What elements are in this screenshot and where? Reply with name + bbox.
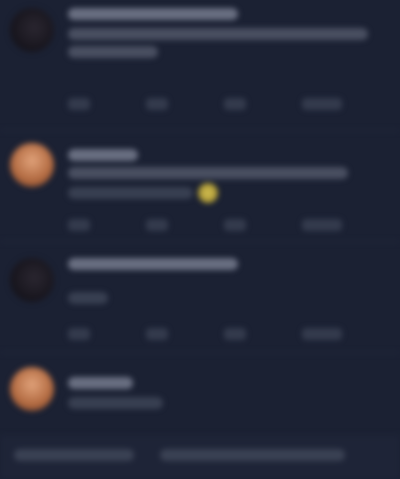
feed-post[interactable]	[0, 0, 400, 130]
post-text-line	[68, 167, 348, 179]
reply-input[interactable]	[10, 441, 144, 471]
avatar[interactable]	[10, 367, 54, 411]
composer-secondary-placeholder	[160, 449, 345, 461]
post-actions	[68, 328, 388, 344]
post-actions	[68, 98, 388, 114]
post-actions	[68, 219, 388, 235]
reply-composer	[0, 435, 400, 479]
avatar[interactable]	[10, 8, 54, 52]
reply-icon[interactable]	[68, 219, 90, 231]
avatar[interactable]	[10, 143, 54, 187]
post-text-line	[68, 397, 163, 409]
post-author-placeholder	[68, 377, 133, 389]
feed-screen	[0, 0, 400, 479]
post-text-line	[68, 292, 108, 304]
post-author-placeholder	[68, 149, 138, 161]
repost-icon[interactable]	[146, 328, 168, 340]
post-text-line	[68, 28, 368, 40]
repost-icon[interactable]	[146, 98, 168, 110]
repost-icon[interactable]	[146, 219, 168, 231]
like-icon[interactable]	[224, 98, 246, 110]
feed-post[interactable]	[0, 353, 400, 435]
post-text-line	[68, 46, 158, 58]
feed-post[interactable]	[0, 131, 400, 241]
views-icon[interactable]	[302, 98, 342, 110]
post-author-placeholder	[68, 258, 238, 270]
like-icon[interactable]	[224, 219, 246, 231]
post-text-line	[68, 187, 193, 199]
avatar[interactable]	[10, 258, 54, 302]
emoji-icon	[198, 183, 218, 203]
reply-icon[interactable]	[68, 328, 90, 340]
views-icon[interactable]	[302, 219, 342, 231]
reply-icon[interactable]	[68, 98, 90, 110]
views-icon[interactable]	[302, 328, 342, 340]
like-icon[interactable]	[224, 328, 246, 340]
post-author-placeholder	[68, 8, 238, 20]
feed-post[interactable]	[0, 242, 400, 352]
